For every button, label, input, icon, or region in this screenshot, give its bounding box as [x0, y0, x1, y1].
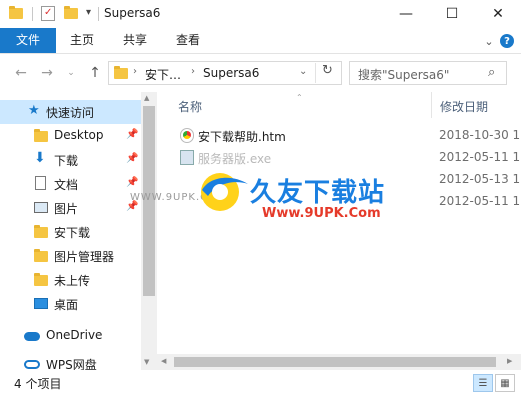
new-folder-icon[interactable]	[64, 6, 78, 19]
cloud-icon	[24, 332, 40, 341]
nav-item-label: 桌面	[54, 298, 79, 312]
refresh-icon[interactable]: ↻	[315, 63, 339, 83]
nav-item-pictures[interactable]: 图片 📌	[0, 196, 141, 220]
search-placeholder: 搜索"Supersa6"	[358, 68, 450, 82]
status-bar: 4 个项目	[0, 370, 521, 396]
maximize-button[interactable]: ☐	[429, 0, 475, 28]
desktop-icon	[34, 298, 48, 309]
window-title: Supersa6	[104, 6, 161, 20]
tab-home[interactable]: 主页	[56, 28, 108, 53]
breadcrumb-current[interactable]: Supersa6	[203, 66, 259, 80]
close-button[interactable]: ✕	[475, 0, 521, 28]
chevron-right-icon[interactable]: ›	[191, 66, 195, 77]
nav-item-desktop-zh[interactable]: 桌面	[0, 292, 141, 316]
nav-item-documents[interactable]: 文档 📌	[0, 172, 141, 196]
recent-locations-icon[interactable]: ⌄	[62, 64, 80, 82]
star-icon: ★	[28, 103, 40, 118]
file-date: 2012-05-11 15	[439, 194, 521, 208]
watermark-brand: 久友下载站	[250, 178, 386, 208]
nav-item-label: 下载	[54, 154, 79, 168]
watermark-url: Www.9UPK.Com	[262, 206, 381, 221]
scroll-left-icon[interactable]: ◀	[161, 357, 166, 365]
pin-icon[interactable]: 📌	[126, 177, 138, 188]
nav-item-label: 安下载	[54, 226, 91, 240]
column-header-modified[interactable]: 修改日期	[440, 98, 488, 115]
chevron-right-icon[interactable]: ›	[133, 66, 137, 77]
file-date: 2012-05-13 18	[439, 172, 521, 186]
folder-icon	[9, 6, 23, 19]
scroll-down-icon[interactable]: ▼	[144, 358, 149, 366]
download-icon: ⬇	[34, 150, 46, 166]
folder-icon	[34, 273, 48, 286]
nav-item-not-uploaded[interactable]: 未上传	[0, 268, 141, 292]
nav-item-label: 未上传	[54, 274, 91, 288]
title-bar: ✓ ▾ Supersa6 — ☐ ✕	[0, 0, 521, 28]
nav-item-anxiazai[interactable]: 安下载	[0, 220, 141, 244]
folder-icon	[34, 129, 48, 142]
nav-item-label: 文档	[54, 178, 79, 192]
tab-view[interactable]: 查看	[162, 28, 214, 53]
nav-item-label: OneDrive	[46, 328, 103, 342]
nav-item-label: 快速访问	[46, 106, 95, 120]
nav-item-downloads[interactable]: ⬇ 下载 📌	[0, 148, 141, 172]
tab-share[interactable]: 共享	[109, 28, 161, 53]
column-header-name[interactable]: 名称	[178, 98, 202, 115]
exe-file-icon	[180, 150, 194, 165]
file-date: 2012-05-11 15	[439, 150, 521, 164]
item-count: 4 个项目	[14, 377, 62, 391]
up-arrow-icon[interactable]: ↑	[86, 64, 104, 82]
divider	[98, 7, 99, 21]
nav-item-quick-access[interactable]: ★ 快速访问	[0, 100, 141, 124]
details-view-icon[interactable]: ☰	[473, 374, 493, 392]
help-icon[interactable]: ?	[500, 34, 514, 48]
nav-item-picture-manager[interactable]: 图片管理器	[0, 244, 141, 268]
customize-quick-access-icon[interactable]: ▾	[86, 7, 91, 18]
search-input[interactable]: 搜索"Supersa6" ⌕	[349, 61, 507, 85]
navigation-pane: ★ 快速访问 Desktop 📌 ⬇ 下载 📌 文档 📌 图片 📌 安下载 图片…	[0, 92, 157, 370]
cloud-icon	[24, 360, 40, 369]
breadcrumb-parent[interactable]: 安下…	[145, 66, 181, 83]
content-h-scrollbar-thumb[interactable]	[174, 357, 496, 367]
scroll-up-icon[interactable]: ▲	[144, 94, 149, 102]
large-icons-view-icon[interactable]: ▦	[495, 374, 515, 392]
ribbon-tabs: 文件 主页 共享 查看 ⌄ ?	[0, 28, 521, 54]
chevron-down-icon[interactable]: ⌄	[299, 66, 307, 77]
file-row[interactable]: 安下载帮助.htm 2018-10-30 18	[176, 125, 521, 147]
nav-item-label: 图片管理器	[54, 250, 115, 264]
file-date: 2018-10-30 18	[439, 128, 521, 142]
html-file-icon	[180, 128, 194, 143]
watermark-logo	[196, 166, 254, 216]
sort-ascending-icon: ⌃	[296, 93, 303, 102]
nav-item-onedrive[interactable]: OneDrive	[0, 324, 141, 348]
folder-icon	[34, 225, 48, 238]
file-name: 安下载帮助.htm	[198, 130, 286, 144]
back-arrow-icon[interactable]: ←	[12, 64, 30, 82]
address-bar[interactable]: › 安下… › Supersa6 ⌄ ↻	[108, 61, 342, 85]
column-divider[interactable]	[431, 92, 432, 118]
forward-arrow-icon[interactable]: →	[38, 64, 56, 82]
navigation-bar: ← → ⌄ ↑ › 安下… › Supersa6 ⌄ ↻ 搜索"Supersa6…	[0, 54, 521, 92]
folder-icon	[34, 249, 48, 262]
divider	[32, 7, 33, 21]
pin-icon[interactable]: 📌	[126, 129, 138, 140]
search-icon[interactable]: ⌕	[488, 65, 495, 80]
folder-icon	[114, 66, 128, 79]
nav-item-label: 图片	[54, 202, 79, 216]
pin-icon[interactable]: 📌	[126, 153, 138, 164]
properties-icon[interactable]: ✓	[41, 6, 55, 21]
scroll-right-icon[interactable]: ▶	[507, 357, 512, 365]
nav-item-label: Desktop	[54, 128, 104, 142]
nav-item-label: WPS网盘	[46, 358, 97, 370]
tab-file[interactable]: 文件	[0, 28, 56, 53]
picture-icon	[34, 202, 48, 213]
nav-item-wps[interactable]: WPS网盘	[0, 354, 141, 370]
minimize-button[interactable]: —	[383, 0, 429, 28]
document-icon	[35, 176, 46, 190]
nav-item-desktop[interactable]: Desktop 📌	[0, 124, 141, 148]
file-name: 服务器版.exe	[198, 152, 272, 166]
chevron-down-icon[interactable]: ⌄	[481, 33, 497, 49]
